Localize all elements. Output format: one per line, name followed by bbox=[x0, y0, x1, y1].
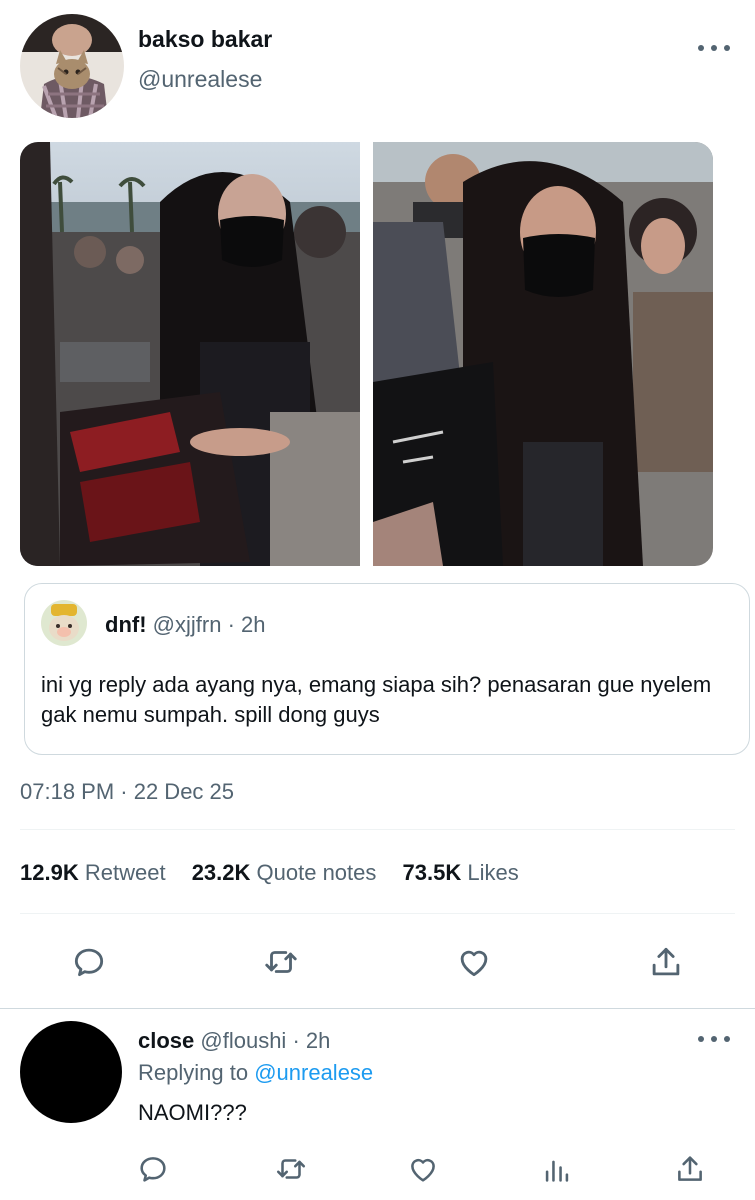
quoted-avatar[interactable] bbox=[41, 600, 87, 646]
reply-actions bbox=[0, 1149, 755, 1189]
tweet-photo-2[interactable] bbox=[373, 142, 713, 566]
like-label[interactable]: Likes bbox=[467, 860, 518, 885]
tweet-photo-1[interactable] bbox=[20, 142, 360, 566]
reply-time: · 2h bbox=[292, 1028, 331, 1053]
reply-handle[interactable]: @floushi bbox=[200, 1028, 286, 1053]
reply-avatar[interactable] bbox=[20, 1021, 122, 1123]
reply-header: close @floushi · 2h bbox=[138, 1028, 330, 1054]
share-icon[interactable] bbox=[670, 1149, 710, 1189]
like-count[interactable]: 73.5K bbox=[403, 860, 462, 885]
reply-icon[interactable] bbox=[133, 1149, 173, 1189]
replying-to: Replying to @unrealese bbox=[138, 1060, 373, 1086]
more-icon[interactable] bbox=[694, 36, 734, 60]
divider bbox=[20, 913, 735, 914]
author-name[interactable]: bakso bakar bbox=[138, 26, 272, 53]
quoted-name[interactable]: dnf! bbox=[105, 612, 147, 637]
quote-label[interactable]: Quote notes bbox=[257, 860, 377, 885]
tweet-stats: 12.9K Retweet 23.2K Quote notes 73.5K Li… bbox=[20, 860, 539, 886]
replying-prefix: Replying to bbox=[138, 1060, 249, 1085]
views-icon[interactable] bbox=[537, 1149, 577, 1189]
like-icon[interactable] bbox=[454, 942, 494, 982]
retweet-label[interactable]: Retweet bbox=[85, 860, 166, 885]
main-tweet: bakso bakar @unrealese dnf! @xjjfrn · 2h… bbox=[0, 0, 755, 1008]
quoted-tweet[interactable]: dnf! @xjjfrn · 2h ini yg reply ada ayang… bbox=[24, 583, 750, 755]
quoted-header: dnf! @xjjfrn · 2h bbox=[105, 612, 266, 638]
like-icon[interactable] bbox=[403, 1149, 443, 1189]
quote-count[interactable]: 23.2K bbox=[192, 860, 251, 885]
author-handle[interactable]: @unrealese bbox=[138, 66, 262, 93]
reply-tweet[interactable]: close @floushi · 2h Replying to @unreale… bbox=[0, 1009, 755, 1200]
reply-icon[interactable] bbox=[69, 942, 109, 982]
author-avatar[interactable] bbox=[20, 14, 124, 118]
divider bbox=[20, 829, 735, 830]
replying-handle-link[interactable]: @unrealese bbox=[254, 1060, 373, 1085]
tweet-timestamp[interactable]: 07:18 PM · 22 Dec 25 bbox=[20, 779, 234, 805]
quoted-time: · 2h bbox=[227, 612, 266, 637]
more-icon[interactable] bbox=[694, 1027, 734, 1051]
quoted-handle[interactable]: @xjjfrn bbox=[153, 612, 222, 637]
retweet-icon[interactable] bbox=[261, 942, 301, 982]
retweet-count[interactable]: 12.9K bbox=[20, 860, 79, 885]
retweet-icon[interactable] bbox=[271, 1149, 311, 1189]
tweet-actions bbox=[0, 938, 755, 986]
reply-text: NAOMI??? bbox=[138, 1100, 247, 1125]
quoted-text: ini yg reply ada ayang nya, emang siapa … bbox=[41, 672, 712, 727]
share-icon[interactable] bbox=[646, 942, 686, 982]
reply-name[interactable]: close bbox=[138, 1028, 194, 1053]
